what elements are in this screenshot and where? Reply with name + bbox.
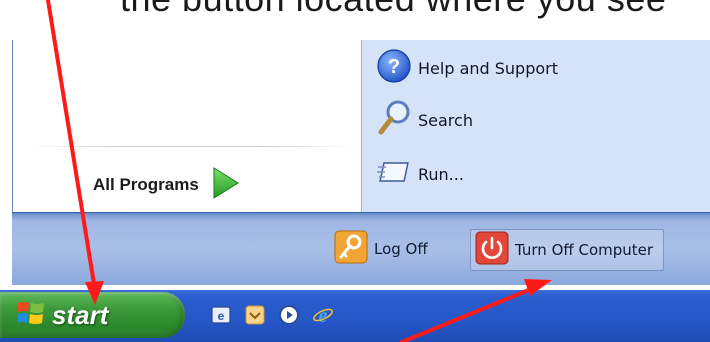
run-icon — [376, 158, 412, 190]
start-menu-bottom-bar: Log Off Turn Off Computer — [12, 212, 710, 285]
help-and-support-item[interactable]: ? Help and Support — [376, 48, 558, 88]
quick-launch-bar: e e — [210, 304, 334, 327]
all-programs-button[interactable]: All Programs — [93, 166, 241, 204]
start-menu: All Programs ? Help and Support Search R… — [12, 40, 710, 292]
run-label: Run... — [418, 164, 464, 184]
turn-off-computer-label: Turn Off Computer — [515, 241, 654, 259]
power-icon — [475, 231, 509, 269]
svg-text:e: e — [218, 309, 225, 323]
start-menu-left-pane: All Programs — [12, 40, 362, 212]
start-menu-right-pane: ? Help and Support Search Run... — [361, 40, 710, 212]
help-and-support-label: Help and Support — [418, 58, 558, 78]
search-label: Search — [418, 110, 473, 130]
run-item[interactable]: Run... — [376, 158, 464, 190]
green-arrow-icon — [211, 166, 241, 204]
turn-off-computer-button[interactable]: Turn Off Computer — [470, 229, 665, 271]
outlook-express-icon[interactable]: e — [210, 304, 232, 326]
log-off-label: Log Off — [374, 240, 428, 258]
help-icon: ? — [376, 48, 412, 88]
start-button[interactable]: start — [0, 292, 185, 338]
search-icon — [376, 98, 412, 142]
left-pane-separator — [31, 146, 351, 147]
taskbar: start e e — [0, 290, 710, 342]
media-player-icon[interactable] — [278, 304, 300, 326]
search-item[interactable]: Search — [376, 98, 473, 142]
windows-logo-icon — [16, 299, 46, 331]
log-off-button[interactable]: Log Off — [334, 229, 428, 269]
start-label: start — [52, 299, 109, 330]
key-icon — [334, 230, 368, 268]
show-desktop-icon[interactable] — [244, 304, 266, 326]
instruction-caption: the button located where you see — [120, 0, 666, 20]
screenshot-stage: the button located where you see All Pro… — [0, 0, 710, 342]
all-programs-label: All Programs — [93, 175, 199, 194]
internet-explorer-icon[interactable]: e — [312, 304, 334, 327]
svg-text:e: e — [319, 305, 328, 326]
svg-text:?: ? — [388, 56, 400, 78]
